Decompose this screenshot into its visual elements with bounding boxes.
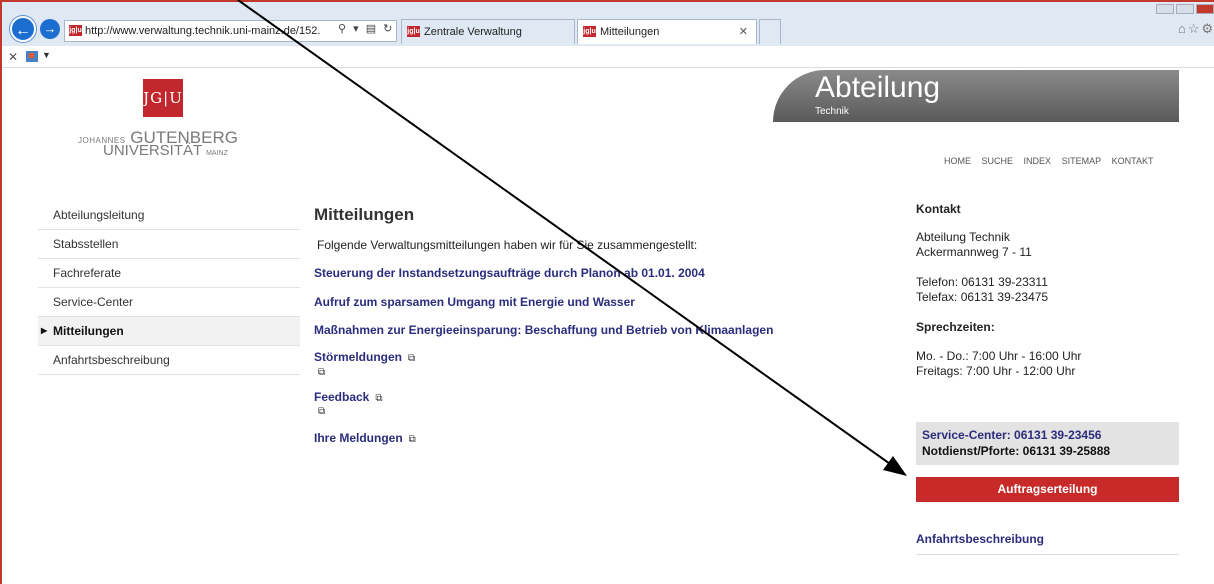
addon-icon[interactable] [26,51,38,62]
hours-heading: Sprechzeiten: [916,320,995,334]
site-favicon-icon: jg|u [69,25,82,36]
nav-index[interactable]: INDEX [1024,156,1052,166]
anfahrtsbeschreibung-link[interactable]: Anfahrtsbeschreibung [916,532,1179,555]
contact-phone: Telefon: 06131 39-23311 [916,275,1048,289]
contact-fax: Telefax: 06131 39-23475 [916,290,1049,304]
page-title: Abteilung [815,71,941,104]
hours-mon-thu: Mo. - Do.: 7:00 Uhr - 16:00 Uhr [916,349,1082,363]
close-bar-icon[interactable]: ✕ [8,50,18,64]
nav-sitemap[interactable]: SITEMAP [1062,156,1102,166]
command-bar: ✕ ▼ [0,46,1214,68]
link-label: Störmeldungen [314,350,403,364]
tab-label: Mitteilungen [600,26,660,38]
minimize-button[interactable] [1156,4,1174,14]
annotation-arrowhead [883,456,907,476]
university-logo[interactable]: JG|U [143,79,183,117]
sidebar-item-abteilungsleitung[interactable]: Abteilungsleitung [38,201,300,230]
auftragserteilung-button[interactable]: Auftragserteilung [916,477,1179,502]
maximize-button[interactable] [1176,4,1194,14]
top-navigation: HOME SUCHE INDEX SITEMAP KONTAKT [944,156,1161,166]
contact-street: Ackermannweg 7 - 11 [916,245,1032,259]
logo-universitaet: UNIVERSITÄT [103,142,202,159]
browser-right-icons[interactable]: ⌂☆⚙ [1178,21,1214,37]
window-border-top [0,0,1214,2]
back-button[interactable]: ← [10,16,36,42]
link-stoermeldungen[interactable]: Störmeldungen ⧉ [314,350,415,364]
forward-button[interactable]: → [40,19,60,39]
service-center-phone[interactable]: Service-Center: 06131 39-23456 [922,428,1179,442]
chevron-down-icon[interactable]: ▼ [42,50,51,60]
main-heading: Mitteilungen [314,205,415,224]
service-center-box: Service-Center: 06131 39-23456 Notdienst… [916,422,1179,465]
contact-heading: Kontakt [916,202,961,216]
close-window-button[interactable] [1196,4,1214,14]
nav-home[interactable]: HOME [944,156,971,166]
intro-text: Folgende Verwaltungsmitteilungen haben w… [317,238,698,252]
tab-label: Zentrale Verwaltung [424,26,522,38]
tab-favicon-icon: jg|u [407,26,420,37]
sidebar-item-label: Mitteilungen [53,324,124,338]
logo-mainz: MAINZ [206,150,228,157]
hours-fri: Freitags: 7:00 Uhr - 12:00 Uhr [916,364,1076,378]
link-feedback[interactable]: Feedback ⧉ [314,390,383,404]
page-subtitle: Technik [815,106,849,117]
contact-dept: Abteilung Technik [916,230,1010,244]
browser-window: ← → jg|u http://www.verwaltung.technik.u… [0,0,1214,584]
link-klimaanlagen[interactable]: Maßnahmen zur Energieeinsparung: Beschaf… [314,323,773,337]
sidebar: Abteilungsleitung Stabsstellen Fachrefer… [38,201,300,375]
notdienst-phone: Notdienst/Pforte: 06131 39-25888 [922,444,1111,458]
link-planon[interactable]: Steuerung der Instandsetzungsaufträge du… [314,266,705,280]
external-link-icon: ⧉ [408,434,416,445]
window-border-left [0,0,2,584]
sidebar-item-service-center[interactable]: Service-Center [38,288,300,317]
link-energie-wasser[interactable]: Aufruf zum sparsamen Umgang mit Energie … [314,295,635,309]
tab-mitteilungen[interactable]: jg|u Mitteilungen ✕ [577,19,757,44]
sidebar-item-mitteilungen[interactable]: ▶ Mitteilungen [38,317,300,346]
address-url: http://www.verwaltung.technik.uni-mainz.… [85,25,321,37]
link-label: Feedback [314,390,370,404]
external-link-icon: ⧉ [375,393,383,404]
link-label: Ihre Meldungen [314,431,403,445]
address-tools[interactable]: ⚲ ▾ ▤ ↻ [338,22,394,35]
logo-text-line2: UNIVERSITÄT MAINZ [103,142,228,159]
tab-close-icon[interactable]: ✕ [739,20,748,44]
external-link-icon: ⧉ [408,353,416,364]
sidebar-item-fachreferate[interactable]: Fachreferate [38,259,300,288]
nav-suche[interactable]: SUCHE [982,156,1014,166]
sidebar-item-anfahrtsbeschreibung[interactable]: Anfahrtsbeschreibung [38,346,300,375]
tab-favicon-icon: jg|u [583,26,596,37]
tab-zentrale-verwaltung[interactable]: jg|u Zentrale Verwaltung [401,19,575,44]
active-arrow-icon: ▶ [41,326,48,335]
external-link-icon[interactable]: ⧉ [318,406,325,417]
link-ihre-meldungen[interactable]: Ihre Meldungen ⧉ [314,431,416,445]
sidebar-item-stabsstellen[interactable]: Stabsstellen [38,230,300,259]
new-tab-button[interactable] [759,19,781,44]
nav-kontakt[interactable]: KONTAKT [1112,156,1154,166]
external-link-icon[interactable]: ⧉ [318,367,325,378]
